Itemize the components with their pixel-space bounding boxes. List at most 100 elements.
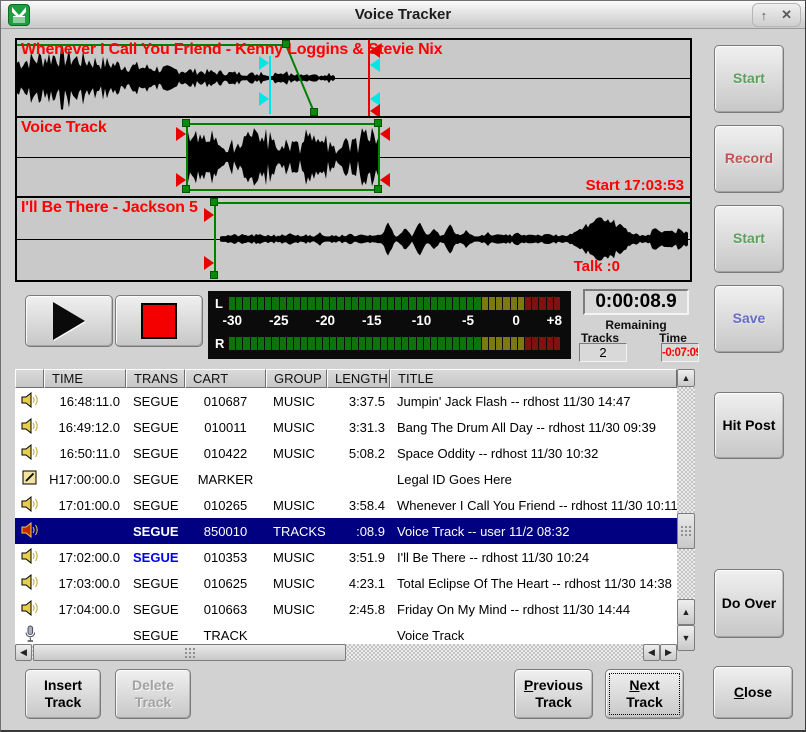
meter-scale-tick: 0 bbox=[512, 313, 520, 328]
next-start-handle[interactable] bbox=[204, 208, 214, 222]
vertical-scrollbar[interactable]: ▲ ▲ ▼ bbox=[677, 369, 695, 651]
marker-icon bbox=[15, 470, 44, 486]
log-row[interactable]: 16:50:11.0SEGUE010422MUSIC5:08.2Space Od… bbox=[15, 440, 677, 466]
meter-segment bbox=[511, 297, 517, 310]
column-header-icon[interactable] bbox=[15, 369, 44, 388]
cell-title: I'll Be There -- rdhost 11/30 10:24 bbox=[390, 550, 677, 565]
scroll-up-button-bottom[interactable]: ▲ bbox=[677, 599, 695, 625]
log-row[interactable]: H17:00:00.0SEGUEMARKERLegal ID Goes Here bbox=[15, 466, 677, 492]
cell-cart: TRACK bbox=[185, 628, 266, 643]
track-end-handle[interactable] bbox=[370, 104, 380, 116]
track-end-handle[interactable] bbox=[370, 44, 380, 58]
log-row[interactable]: 17:01:00.0SEGUE010265MUSIC3:58.4Whenever… bbox=[15, 492, 677, 518]
cell-title: Voice Track -- user 11/2 08:32 bbox=[390, 524, 677, 539]
cell-cart: 850010 bbox=[185, 524, 266, 539]
column-header-group[interactable]: GROUP bbox=[266, 369, 327, 388]
voice-start-handle[interactable] bbox=[176, 173, 186, 187]
fade-handle[interactable] bbox=[310, 108, 318, 116]
cell-group: MUSIC bbox=[266, 420, 327, 435]
meter-segment bbox=[409, 297, 415, 310]
cell-title: Space Oddity -- rdhost 11/30 10:32 bbox=[390, 446, 677, 461]
column-header-time[interactable]: TIME bbox=[44, 369, 126, 388]
delete-track-button: Delete Track bbox=[115, 669, 191, 719]
track-2-waveform-area[interactable]: Voice Track Start 17:03:53 bbox=[17, 118, 690, 196]
column-header-trans[interactable]: TRANS bbox=[126, 369, 185, 388]
log-row[interactable]: 16:48:11.0SEGUE010687MUSIC3:37.5Jumpin' … bbox=[15, 388, 677, 414]
next-start-handle[interactable] bbox=[210, 198, 218, 206]
play-icon bbox=[53, 302, 85, 340]
voice-end-handle[interactable] bbox=[380, 127, 390, 141]
log-row[interactable]: 17:02:00.0SEGUE010353MUSIC3:51.9I'll Be … bbox=[15, 544, 677, 570]
meter-segment bbox=[337, 337, 343, 350]
left-meter-bar bbox=[229, 297, 561, 310]
horizontal-scrollbar[interactable]: ◀ ◀ ▶ bbox=[15, 644, 677, 661]
segue-marker-handle[interactable] bbox=[259, 92, 269, 106]
log-row[interactable]: SEGUE850010TRACKS:08.9Voice Track -- use… bbox=[15, 518, 677, 544]
meter-segment bbox=[308, 297, 314, 310]
horizontal-scroll-thumb[interactable] bbox=[33, 644, 346, 661]
segue-end-handle[interactable] bbox=[370, 58, 380, 72]
meter-segment bbox=[503, 297, 509, 310]
segue-marker-handle[interactable] bbox=[259, 56, 269, 70]
log-row[interactable]: 17:04:00.0SEGUE010663MUSIC2:45.8Friday O… bbox=[15, 596, 677, 622]
vertical-scroll-thumb[interactable] bbox=[677, 513, 695, 549]
column-header-title[interactable]: TITLE bbox=[390, 369, 677, 388]
meter-segment bbox=[417, 337, 423, 350]
voice-track-handle[interactable] bbox=[374, 119, 382, 127]
shade-icon[interactable]: ↑ bbox=[761, 8, 768, 23]
meter-segment bbox=[438, 297, 444, 310]
track-1-waveform-area[interactable]: Whenever I Call You Friend - Kenny Loggi… bbox=[17, 40, 690, 116]
remaining-label: Remaining bbox=[583, 318, 689, 332]
log-row[interactable]: 16:49:12.0SEGUE010011MUSIC3:31.3Bang The… bbox=[15, 414, 677, 440]
voice-track-box-left bbox=[186, 123, 188, 191]
speaker-icon bbox=[15, 600, 44, 616]
meter-scale-tick: -15 bbox=[362, 313, 382, 328]
cell-icon bbox=[15, 600, 44, 619]
track-3-waveform-area[interactable]: I'll Be There - Jackson 5 Talk :0 bbox=[17, 198, 690, 280]
next-start-handle[interactable] bbox=[204, 256, 214, 270]
cell-icon bbox=[15, 392, 44, 411]
log-row[interactable]: SEGUETRACKVoice Track bbox=[15, 622, 677, 644]
cell-trans: SEGUE bbox=[126, 602, 185, 617]
meter-segment bbox=[518, 297, 524, 310]
column-header-length[interactable]: LENGTH bbox=[327, 369, 390, 388]
delete-track-label2: Track bbox=[135, 694, 172, 712]
next-track-button[interactable]: Next Track bbox=[605, 669, 684, 719]
save-button: Save bbox=[714, 285, 784, 353]
meter-segment bbox=[539, 337, 545, 350]
scroll-down-button[interactable]: ▼ bbox=[677, 625, 695, 651]
meter-segment bbox=[525, 337, 531, 350]
previous-track-button[interactable]: Previous Track bbox=[514, 669, 593, 719]
meter-segment bbox=[258, 337, 264, 350]
cell-cart: MARKER bbox=[185, 472, 266, 487]
speaker-icon bbox=[15, 496, 44, 512]
voice-track-box-top bbox=[186, 123, 380, 125]
scroll-up-button[interactable]: ▲ bbox=[677, 369, 695, 387]
voice-track-handle[interactable] bbox=[182, 119, 190, 127]
insert-track-button[interactable]: Insert Track bbox=[25, 669, 101, 719]
scroll-left-button[interactable]: ◀ bbox=[15, 644, 32, 661]
stop-button[interactable] bbox=[115, 295, 203, 347]
cell-trans: SEGUE bbox=[126, 446, 185, 461]
voice-start-handle[interactable] bbox=[176, 127, 186, 141]
scroll-left-button-right[interactable]: ◀ bbox=[643, 644, 660, 661]
scroll-right-button[interactable]: ▶ bbox=[660, 644, 677, 661]
close-icon[interactable]: ✕ bbox=[781, 7, 792, 23]
log-row[interactable]: 17:03:00.0SEGUE010625MUSIC4:23.1Total Ec… bbox=[15, 570, 677, 596]
do-over-button[interactable]: Do Over bbox=[714, 569, 784, 638]
play-button[interactable] bbox=[25, 295, 113, 347]
cell-title: Bang The Drum All Day -- rdhost 11/30 09… bbox=[390, 420, 677, 435]
close-button[interactable]: Close bbox=[713, 666, 793, 719]
stop-icon bbox=[141, 303, 177, 339]
titlebar: Voice Tracker ↑ ✕ bbox=[1, 1, 805, 29]
voice-end-handle[interactable] bbox=[380, 173, 390, 187]
meter-scale-tick: -25 bbox=[269, 313, 289, 328]
fade-handle[interactable] bbox=[282, 40, 290, 48]
meter-segment bbox=[453, 337, 459, 350]
column-header-cart[interactable]: CART bbox=[185, 369, 266, 388]
hit-post-button[interactable]: Hit Post bbox=[714, 392, 784, 459]
cell-trans: SEGUE bbox=[126, 394, 185, 409]
next-start-handle[interactable] bbox=[210, 271, 218, 279]
insert-track-label2: Track bbox=[45, 694, 82, 712]
speaker-icon bbox=[15, 418, 44, 434]
